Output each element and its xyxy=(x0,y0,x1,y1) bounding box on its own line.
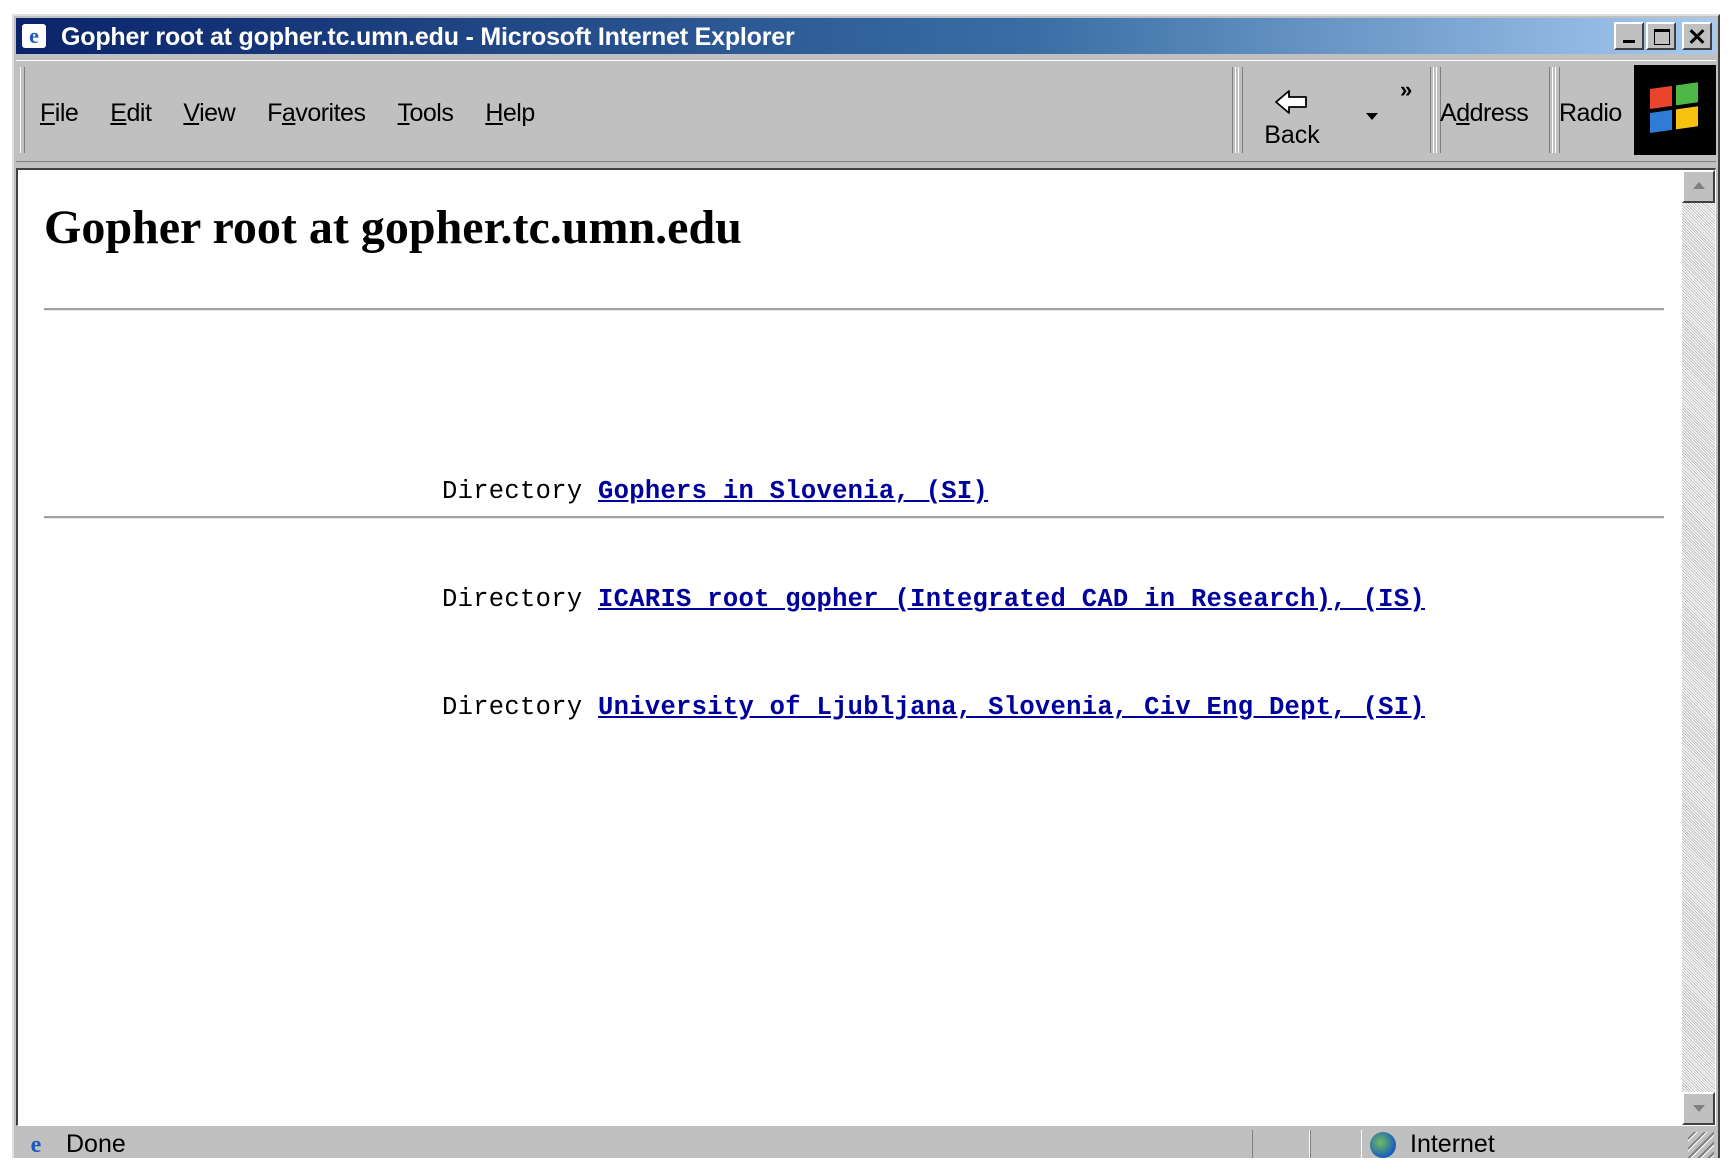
security-zone: Internet xyxy=(1410,1130,1495,1158)
caption-buttons xyxy=(1614,22,1712,50)
radio-band[interactable]: Radio xyxy=(1559,99,1622,128)
content-frame: Gopher root at gopher.tc.umn.edu Directo… xyxy=(16,168,1716,1126)
window-title: Gopher root at gopher.tc.umn.edu - Micro… xyxy=(61,23,795,51)
entry-type: Directory xyxy=(442,585,583,614)
list-item: Directory University of Ljubljana, Slove… xyxy=(442,690,1425,726)
back-dropdown-icon[interactable] xyxy=(1366,113,1378,120)
entry-type: Directory xyxy=(442,477,583,506)
resize-grip[interactable] xyxy=(1688,1132,1714,1158)
ie-logo-icon[interactable]: e xyxy=(22,24,46,48)
toolbar-separator xyxy=(1430,67,1434,153)
directory-list: Directory Gophers in Slovenia, (SI) Dire… xyxy=(442,402,1425,798)
menu-view[interactable]: View xyxy=(183,99,235,128)
browser-window: e Gopher root at gopher.tc.umn.edu - Mic… xyxy=(12,14,1720,1158)
title-bar[interactable]: e Gopher root at gopher.tc.umn.edu - Mic… xyxy=(16,18,1716,54)
menu-help-post: elp xyxy=(502,99,535,127)
directory-link[interactable]: Gophers in Slovenia, (SI) xyxy=(598,477,988,506)
back-label: Back xyxy=(1264,121,1320,149)
globe-icon xyxy=(1370,1132,1396,1158)
close-button[interactable] xyxy=(1682,22,1712,50)
menu-edit[interactable]: Edit xyxy=(110,99,152,128)
buttons-band-grip[interactable] xyxy=(1238,67,1243,153)
menu-favorites[interactable]: Favorites xyxy=(267,99,366,128)
toolbar-separator xyxy=(1549,67,1553,153)
ie-page-icon: e xyxy=(30,1132,42,1158)
status-text: Done xyxy=(66,1130,126,1158)
menu-band-grip[interactable] xyxy=(20,67,25,153)
directory-link[interactable]: University of Ljubljana, Slovenia, Civ E… xyxy=(598,693,1425,722)
menu-edit-key: E xyxy=(110,99,127,127)
menu-file[interactable]: File xyxy=(40,99,79,128)
menu-view-post: iew xyxy=(199,99,236,127)
menu-file-post: ile xyxy=(54,99,79,127)
horizontal-rule xyxy=(44,516,1664,519)
horizontal-rule xyxy=(44,308,1664,311)
scroll-up-button[interactable] xyxy=(1682,170,1715,203)
menu-tools-key: T xyxy=(397,99,410,127)
menu-favorites-pre: F xyxy=(267,99,282,127)
address-label-key: d xyxy=(1456,99,1470,127)
toolbar-chevron-icon[interactable]: » xyxy=(1400,77,1412,103)
entry-type: Directory xyxy=(442,693,583,722)
menu-bar: File Edit View Favorites Tools Help xyxy=(40,99,567,128)
menu-tools-post: ools xyxy=(409,99,454,127)
address-label-post: dress xyxy=(1469,99,1529,127)
address-label-pre: A xyxy=(1440,99,1457,127)
document-area: Gopher root at gopher.tc.umn.edu Directo… xyxy=(18,170,1684,1125)
menu-favorites-post: vorites xyxy=(295,99,366,127)
windows-logo-icon xyxy=(1634,65,1716,155)
menu-edit-post: dit xyxy=(126,99,152,127)
vertical-scrollbar[interactable] xyxy=(1682,170,1715,1125)
directory-link[interactable]: ICARIS root gopher (Integrated CAD in Re… xyxy=(598,585,1425,614)
status-bar: e Done Internet xyxy=(16,1130,1716,1160)
maximize-button[interactable] xyxy=(1646,22,1676,50)
status-panel xyxy=(1310,1130,1362,1158)
list-item: Directory ICARIS root gopher (Integrated… xyxy=(442,582,1425,618)
back-arrow-icon xyxy=(1256,85,1328,119)
menu-tools[interactable]: Tools xyxy=(397,99,453,128)
minimize-button[interactable] xyxy=(1614,22,1644,50)
menu-help-key: H xyxy=(485,99,503,127)
page-title: Gopher root at gopher.tc.umn.edu xyxy=(44,201,742,254)
menu-view-key: V xyxy=(183,99,200,127)
scroll-down-button[interactable] xyxy=(1682,1092,1715,1125)
menu-help[interactable]: Help xyxy=(485,99,535,128)
back-button[interactable]: Back xyxy=(1256,85,1328,155)
menu-favorites-key: a xyxy=(281,99,296,127)
status-panel xyxy=(1252,1130,1310,1158)
address-band[interactable]: Address xyxy=(1440,99,1529,128)
toolbar-rebar: File Edit View Favorites Tools Help Back… xyxy=(16,60,1716,162)
toolbar-separator xyxy=(1232,67,1236,153)
menu-file-key: F xyxy=(40,99,55,127)
list-item: Directory Gophers in Slovenia, (SI) xyxy=(442,474,1425,510)
